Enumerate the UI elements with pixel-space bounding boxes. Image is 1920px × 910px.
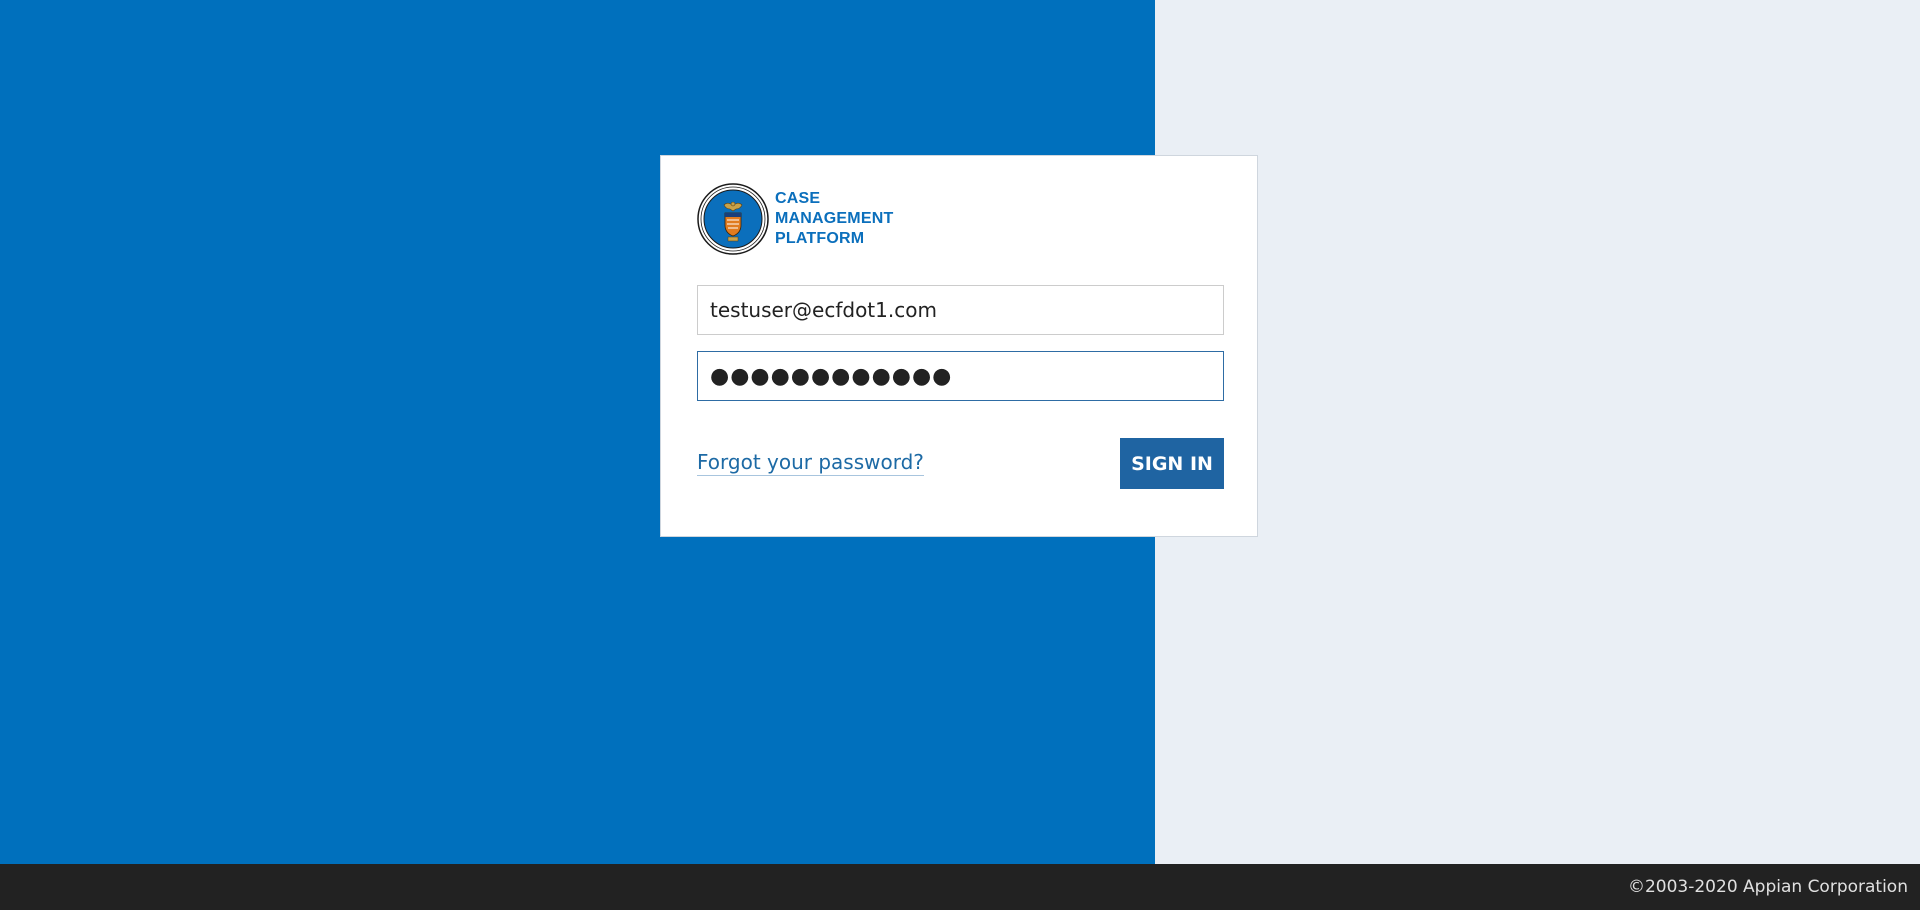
sign-in-button[interactable]: SIGN IN bbox=[1120, 438, 1224, 489]
brand-line-2: MANAGEMENT bbox=[775, 210, 894, 227]
forgot-password-link[interactable]: Forgot your password? bbox=[697, 450, 924, 476]
brand-line-1: CASE bbox=[775, 190, 821, 207]
password-input[interactable] bbox=[697, 351, 1224, 401]
login-card: CASE MANAGEMENT PLATFORM Forgot your pas… bbox=[660, 155, 1258, 537]
footer-bar: ©2003-2020 Appian Corporation bbox=[0, 864, 1920, 910]
platform-brand-name: CASE MANAGEMENT PLATFORM bbox=[775, 189, 893, 249]
right-background-panel bbox=[1155, 0, 1920, 864]
brand-line-3: PLATFORM bbox=[775, 230, 865, 247]
platform-logo: CASE MANAGEMENT PLATFORM bbox=[697, 183, 893, 255]
copyright-text: ©2003-2020 Appian Corporation bbox=[1627, 877, 1908, 897]
department-seal-icon bbox=[697, 183, 769, 255]
login-page: CASE MANAGEMENT PLATFORM Forgot your pas… bbox=[0, 0, 1920, 910]
username-input[interactable] bbox=[697, 285, 1224, 335]
